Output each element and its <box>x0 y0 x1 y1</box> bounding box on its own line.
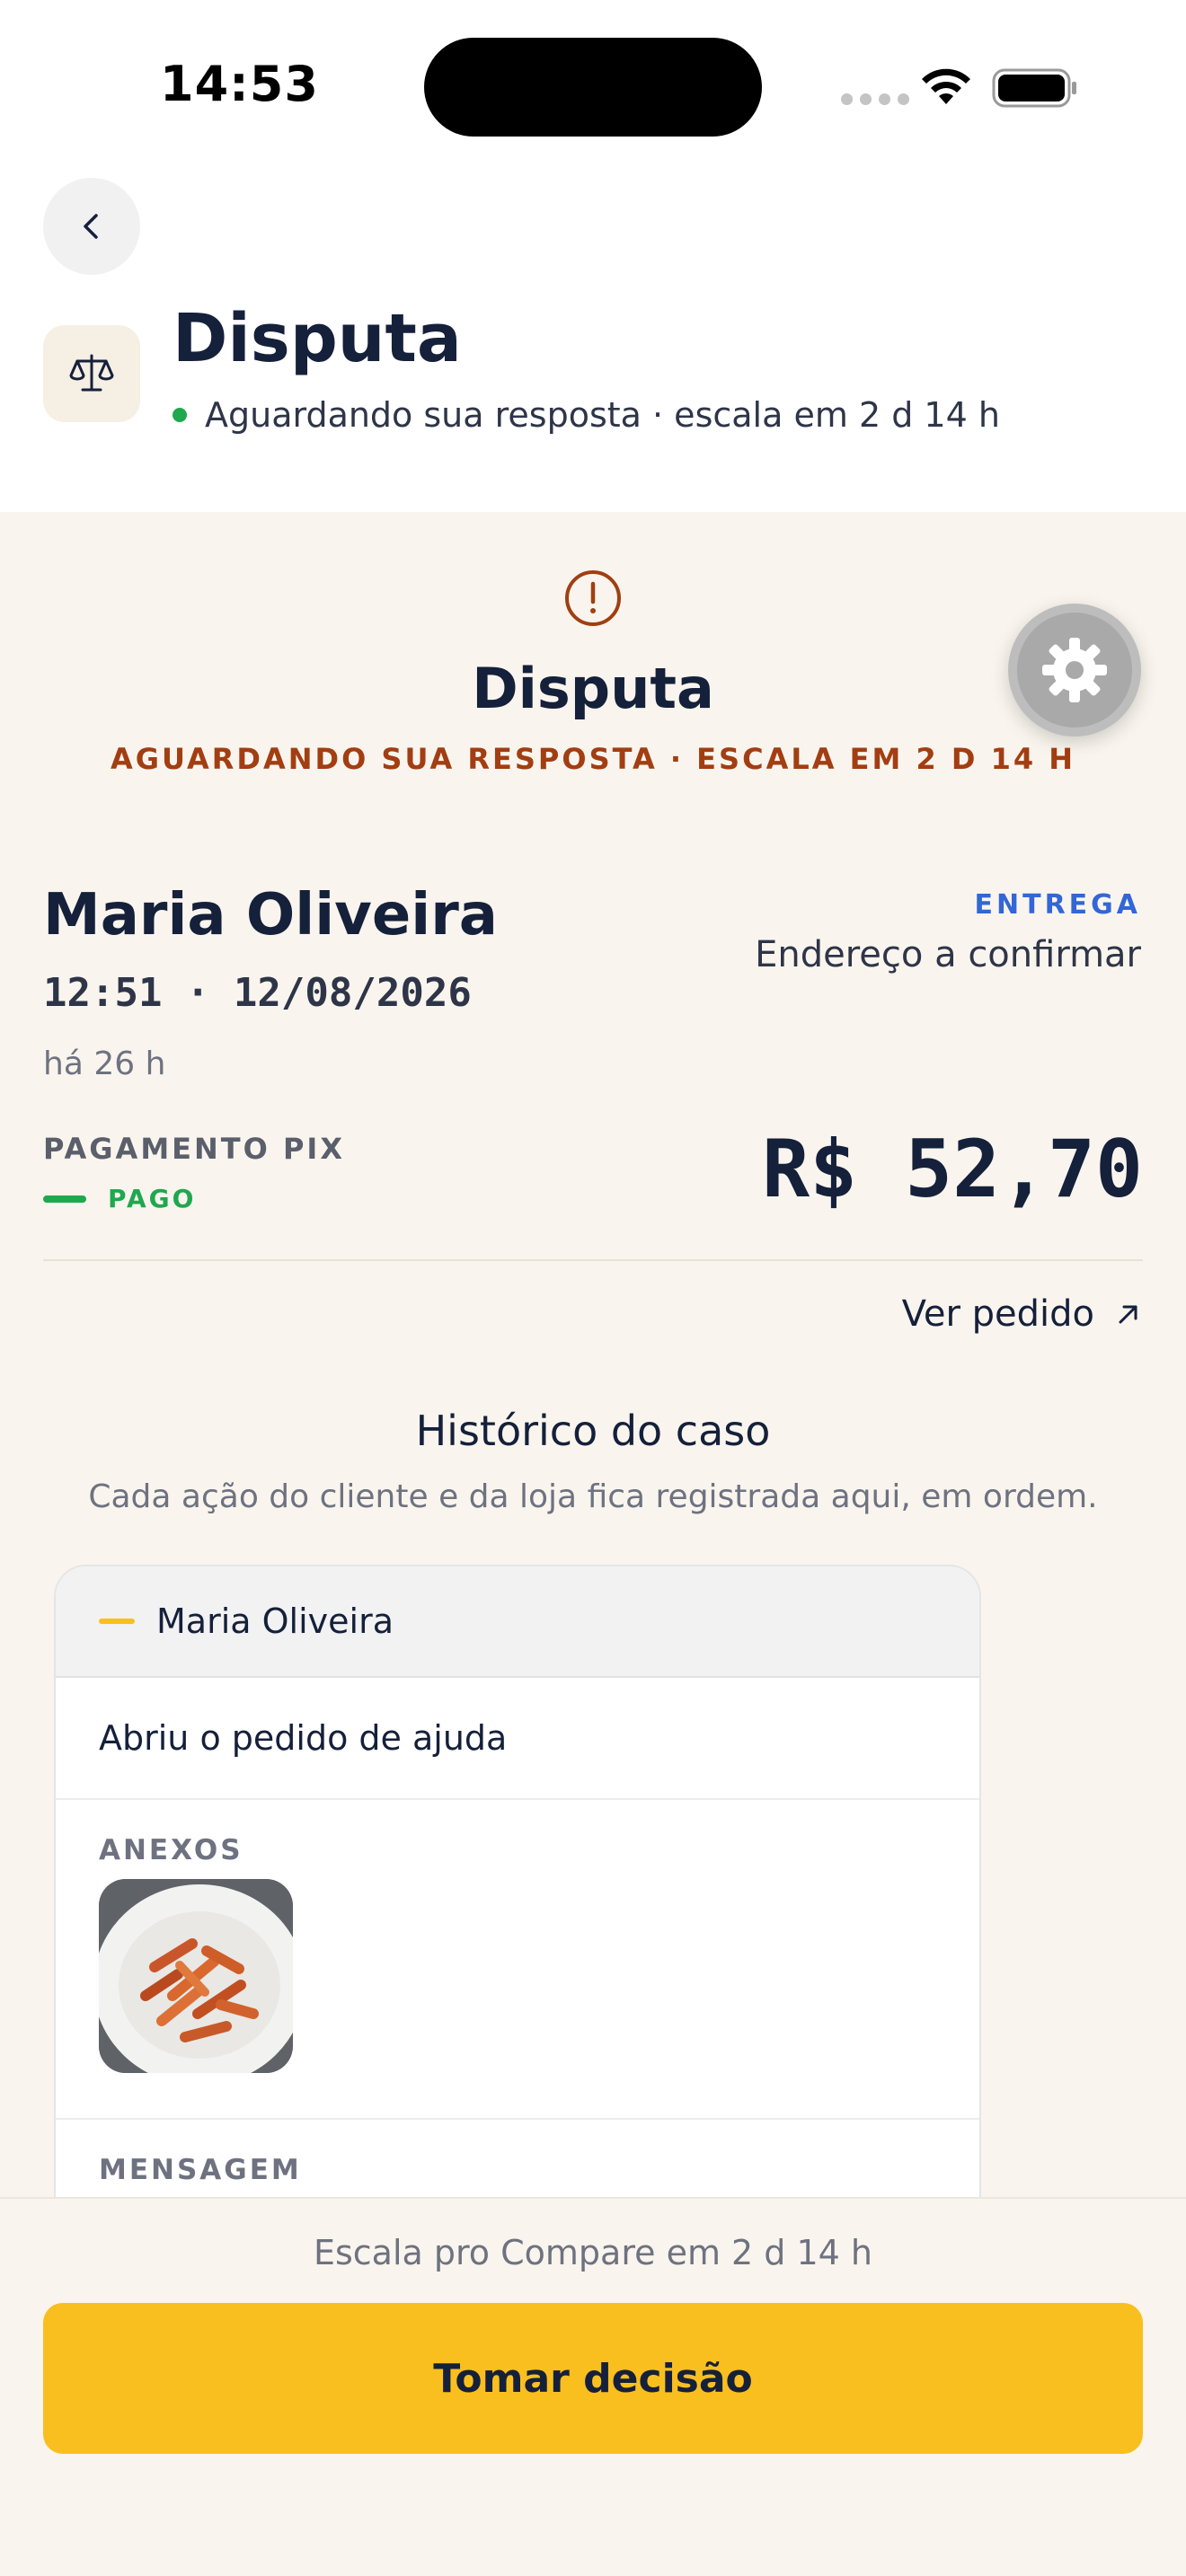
battery-icon <box>992 68 1076 108</box>
attachment-thumbnail[interactable] <box>99 1879 293 2073</box>
page-subtitle: Aguardando sua resposta · escala em 2 d … <box>173 395 1000 435</box>
gear-icon <box>1042 638 1107 702</box>
payment-status-label: PAGO <box>108 1184 197 1213</box>
order-age: há 26 h <box>43 1045 166 1082</box>
divider <box>43 1259 1143 1261</box>
attachments-section: ANEXOS <box>56 1800 979 2120</box>
chevron-left-icon <box>84 214 98 239</box>
fulfillment-label: ENTREGA <box>974 889 1141 921</box>
pasta-photo <box>99 1879 293 2073</box>
history-subtitle: Cada ação do cliente e da loja fica regi… <box>88 1478 1098 1515</box>
dispute-hero-status: AGUARDANDO SUA RESPOSTA · ESCALA EM 2 D … <box>110 742 1076 776</box>
page-subtitle-text: Aguardando sua resposta · escala em 2 d … <box>205 395 1000 435</box>
back-button[interactable] <box>43 178 140 275</box>
cellular-signal-icon <box>841 93 909 105</box>
wifi-icon <box>922 68 970 104</box>
escalation-note: Escala pro Compare em 2 d 14 h <box>313 2233 873 2272</box>
dynamic-island <box>424 38 762 137</box>
paid-indicator <box>43 1195 86 1203</box>
order-datetime: 12:51 · 12/08/2026 <box>43 970 472 1016</box>
customer-name: Maria Oliveira <box>43 882 498 948</box>
message-section: MENSAGEM <box>56 2120 979 2186</box>
view-order-label: Ver pedido <box>901 1293 1094 1335</box>
order-total: R$ 52,70 <box>762 1123 1143 1215</box>
history-entry-author: Maria Oliveira <box>156 1601 394 1641</box>
dispute-icon-badge <box>43 325 140 422</box>
status-time: 14:53 <box>160 56 319 112</box>
alert-circle-icon <box>565 570 621 626</box>
history-entry-action: Abriu o pedido de ajuda <box>56 1678 979 1800</box>
payment-status: PAGO <box>43 1184 196 1213</box>
delivery-address: Endereço a confirmar <box>755 934 1141 975</box>
payment-method-label: PAGAMENTO PIX <box>43 1132 345 1166</box>
view-order-link[interactable]: Ver pedido <box>902 1293 1143 1335</box>
bottom-action-bar: Escala pro Compare em 2 d 14 h Tomar dec… <box>0 2197 1186 2576</box>
take-decision-button[interactable]: Tomar decisão <box>43 2303 1143 2454</box>
page-title: Disputa <box>173 300 462 377</box>
arrow-up-right-icon <box>1119 1305 1137 1324</box>
history-title: Histórico do caso <box>415 1407 771 1455</box>
message-label: MENSAGEM <box>99 2154 302 2186</box>
history-entry-card: Maria Oliveira Abriu o pedido de ajuda A… <box>54 1565 981 2201</box>
attachments-label: ANEXOS <box>99 1834 243 1866</box>
actor-indicator <box>99 1619 135 1624</box>
status-bar: 14:53 <box>0 0 1186 171</box>
dispute-content[interactable]: Disputa AGUARDANDO SUA RESPOSTA · ESCALA… <box>0 512 1186 2201</box>
settings-button[interactable] <box>1008 604 1141 737</box>
history-entry-header: Maria Oliveira <box>56 1566 979 1678</box>
status-dot <box>173 408 187 422</box>
scale-icon <box>69 354 114 392</box>
